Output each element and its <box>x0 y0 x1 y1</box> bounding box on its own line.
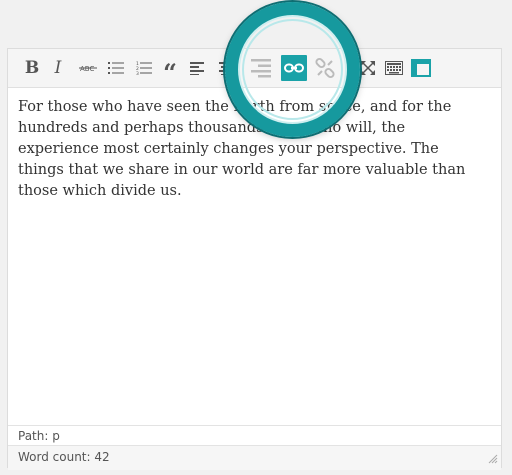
word-count: Word count: 42 <box>8 445 501 470</box>
editor-content[interactable]: For those who have seen the Earth from s… <box>18 97 488 202</box>
blockquote-icon: “ <box>163 58 177 87</box>
bold-icon: B <box>24 58 40 78</box>
align-right-button[interactable] <box>248 56 272 80</box>
distraction-free-button[interactable] <box>409 56 433 80</box>
remove-link-icon <box>315 57 335 79</box>
italic-icon: I <box>54 58 62 78</box>
insert-link-icon <box>284 63 304 73</box>
italic-button[interactable]: I <box>46 56 70 80</box>
keyboard-toolbar-toggle-button[interactable] <box>382 56 406 80</box>
bold-button[interactable]: B <box>20 56 44 80</box>
align-center-icon <box>219 62 233 75</box>
resize-handle-icon[interactable] <box>486 452 498 464</box>
fullscreen-icon <box>361 61 375 75</box>
svg-text:ABC: ABC <box>80 65 94 73</box>
blockquote-button[interactable]: “ <box>158 56 182 85</box>
svg-text:3: 3 <box>136 71 139 75</box>
strikethrough-icon: ABC <box>79 65 97 73</box>
editor-toolbar: B I ABC 1 2 3 “ <box>8 49 501 88</box>
bulleted-list-icon <box>108 62 124 74</box>
distraction-free-icon <box>411 59 431 77</box>
numbered-list-icon: 1 2 3 <box>136 61 152 75</box>
remove-link-button[interactable] <box>312 55 338 81</box>
keyboard-toolbar-toggle-icon <box>385 61 403 75</box>
fullscreen-button[interactable] <box>356 56 380 80</box>
bulleted-list-button[interactable] <box>104 56 128 80</box>
numbered-list-button[interactable]: 1 2 3 <box>132 56 156 80</box>
insert-link-button[interactable] <box>281 55 307 81</box>
align-right-icon <box>251 59 271 78</box>
editor: B I ABC 1 2 3 “ For those who have seen … <box>7 48 502 470</box>
align-center-button[interactable] <box>214 56 238 80</box>
path-indicator: Path: p <box>8 425 501 446</box>
strikethrough-button[interactable]: ABC <box>76 56 100 80</box>
align-left-button[interactable] <box>186 56 210 80</box>
align-left-icon <box>190 62 204 75</box>
word-count-label: Word count: 42 <box>18 450 110 464</box>
